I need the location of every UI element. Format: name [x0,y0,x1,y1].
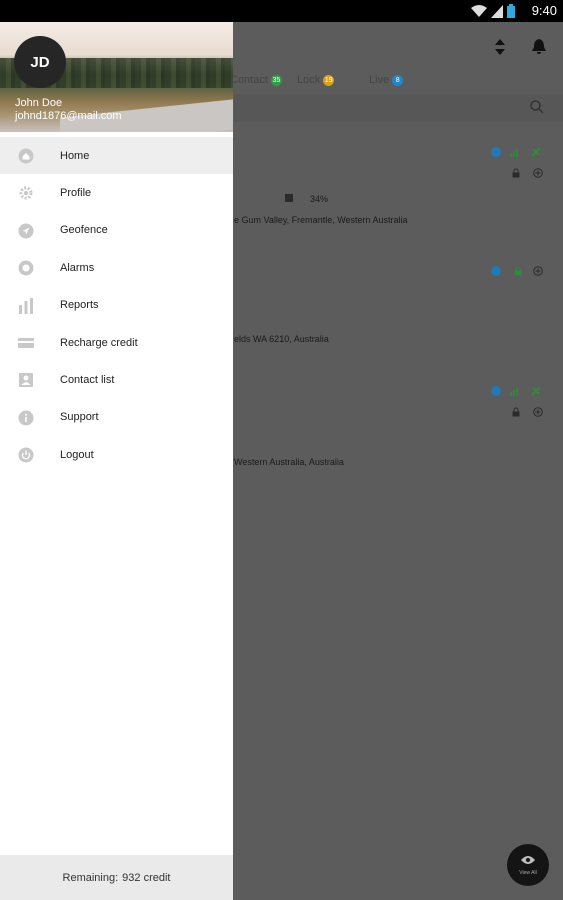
satellite-icon [531,386,541,396]
view-all-button[interactable]: View All [507,844,549,886]
tab-badge: 8 [392,74,404,86]
battery-percent: 34% [310,194,329,204]
device-address: elds WA 6210, Australia [234,334,329,344]
notification-bell-icon[interactable] [532,39,546,55]
menu-item-logout[interactable]: Logout [0,436,233,473]
lock-icon [512,407,520,417]
tab-label: Lock [297,74,321,86]
tab-live[interactable]: Live 8 [369,74,404,86]
alarm-icon [18,260,34,276]
device-card[interactable]: 34% e Gum Valley, Fremantle, Western Aus… [234,140,563,250]
menu-item-profile[interactable]: Profile [0,174,233,211]
signal-bars-icon [510,149,518,157]
avatar[interactable]: JD [14,36,66,88]
menu-item-home[interactable]: Home [0,137,233,175]
user-name: John Doe [15,97,63,109]
tab-badge: 19 [323,74,335,86]
remaining-credit-value: 932 credit [122,871,171,884]
credit-card-icon [18,337,34,348]
menu-label: Home [60,149,90,162]
device-card[interactable]: Western Australia, Australia [234,380,563,490]
menu-item-contact-list[interactable]: Contact list [0,361,233,398]
search-icon[interactable] [530,100,544,114]
tab-contact[interactable]: Contact 35 [230,74,282,86]
satellite-icon [531,147,541,157]
battery-level-icon [285,194,293,202]
menu-label: Alarms [60,261,95,274]
view-all-label: View All [519,870,537,876]
credit-footer: Remaining: 932 credit [0,855,233,900]
bar-chart-icon [19,297,33,314]
sort-icon[interactable] [495,39,505,55]
drawer-header: JD John Doe johnd1876@mail.com [0,22,233,132]
add-circle-icon[interactable] [533,266,543,276]
menu-label: Geofence [60,224,108,237]
lock-icon [512,168,520,178]
contact-list-icon [19,373,33,388]
menu-item-alarms[interactable]: Alarms [0,249,233,286]
remaining-label: Remaining: [62,871,119,884]
device-card[interactable]: elds WA 6210, Australia [234,258,563,368]
tab-lock[interactable]: Lock 19 [297,74,335,86]
gear-icon [19,186,33,200]
menu-item-geofence[interactable]: Geofence [0,212,233,249]
menu-label: Contact list [60,374,115,387]
info-badge-icon [491,147,501,157]
device-address: Western Australia, Australia [234,457,344,467]
device-address: e Gum Valley, Fremantle, Western Austral… [234,215,408,225]
lock-icon [514,266,522,276]
menu-item-support[interactable]: Support [0,399,233,436]
menu-label: Profile [60,187,92,200]
eye-icon [521,856,535,864]
drawer-menu: Home Profile Geofence Alarms Reports Rec… [0,137,233,474]
wifi-icon [471,4,487,17]
status-time: 9:40 [531,3,557,18]
tab-label: Live [369,74,390,86]
menu-item-recharge-credit[interactable]: Recharge credit [0,324,233,361]
home-icon [18,148,34,164]
menu-label: Support [60,411,99,424]
info-badge-icon [491,266,501,276]
status-bar: 9:40 [0,0,563,22]
tab-label: Contact [230,74,268,86]
status-icons [471,4,515,18]
info-icon [18,410,34,426]
power-icon [18,447,34,463]
menu-item-reports[interactable]: Reports [0,287,233,324]
menu-label: Logout [60,448,94,461]
signal-icon [491,4,503,18]
menu-label: Recharge credit [60,336,138,349]
navigation-icon [18,223,34,239]
info-badge-icon [491,386,501,396]
add-circle-icon[interactable] [533,407,543,417]
battery-icon [507,4,515,18]
tab-badge: 35 [270,74,282,86]
add-circle-icon[interactable] [533,168,543,178]
user-email: johnd1876@mail.com [15,110,122,122]
menu-label: Reports [60,299,99,312]
signal-bars-icon [510,388,518,396]
navigation-drawer: JD John Doe johnd1876@mail.com Home Prof… [0,22,233,900]
search-bar[interactable] [234,94,563,122]
